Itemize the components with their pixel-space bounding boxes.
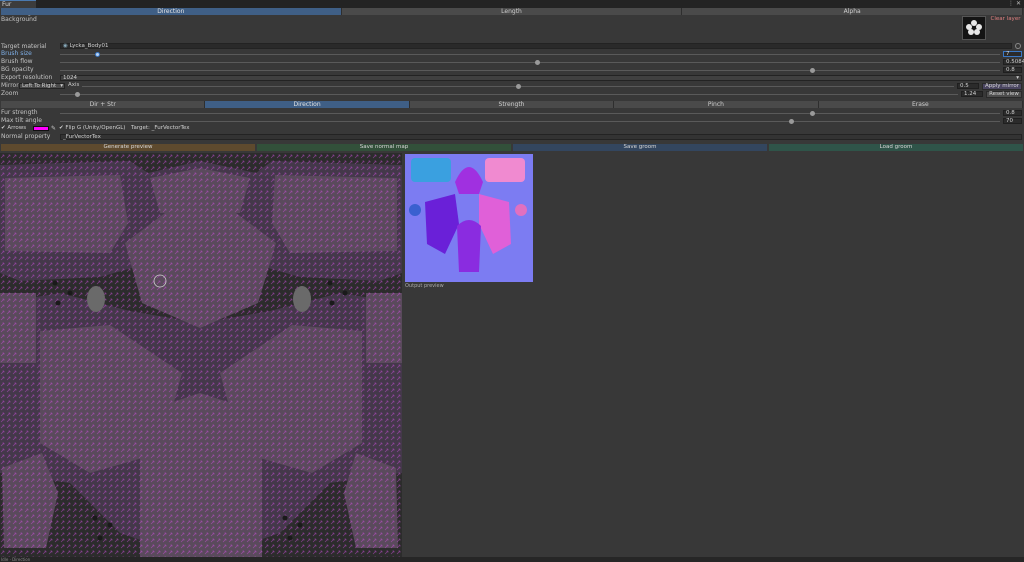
bg-opacity-slider[interactable] [60, 70, 1000, 71]
flip-g-label: Flip G (Unity/OpenGL) [65, 125, 126, 131]
tab-strength[interactable]: Strength [409, 101, 615, 108]
fur-strength-handle[interactable] [809, 111, 815, 116]
save-normal-map-button[interactable]: Save normal map [257, 144, 511, 151]
arrows-label: Arrows [7, 125, 27, 131]
axis-label: Axis [68, 82, 80, 88]
window-tab[interactable]: Fur Grooming [0, 0, 36, 16]
tab-alpha[interactable]: Alpha [682, 8, 1024, 15]
texture-thumbnail-icon[interactable] [962, 16, 986, 40]
fur-strength-input[interactable]: 0.8 [1003, 110, 1022, 116]
output-preview-image [405, 154, 533, 282]
target-material-label: Target material [1, 43, 47, 50]
bg-opacity-label: BG opacity [1, 66, 34, 73]
top-tab-bar: Direction Length Alpha [1, 8, 1024, 15]
mirror-axis-input[interactable]: 0.5 [957, 83, 979, 89]
fur-strength-slider[interactable] [60, 113, 1000, 114]
mirror-axis-handle[interactable] [515, 84, 521, 89]
close-icon[interactable]: ✕ [1016, 0, 1021, 8]
apply-mirror-button[interactable]: Apply mirror [982, 83, 1022, 90]
target-material-field[interactable]: ◉ Lycka_Body01 [60, 43, 1012, 49]
zoom-input[interactable]: 1.24 [961, 91, 983, 97]
export-resolution-value: 1024 [63, 75, 77, 81]
generate-preview-button[interactable]: Generate preview [1, 144, 255, 151]
chevron-down-icon: ▾ [1016, 75, 1019, 81]
load-groom-button[interactable]: Load groom [769, 144, 1023, 151]
bg-opacity-handle[interactable] [809, 68, 815, 73]
mirror-label: Mirror [1, 82, 19, 89]
mirror-mode-value: Left To Right [22, 83, 57, 89]
eyedropper-icon[interactable]: ✎ [51, 125, 56, 132]
checkmark-icon: ✔ [59, 125, 64, 131]
reset-view-button[interactable]: Reset view [986, 91, 1022, 98]
normal-map-preview [405, 154, 533, 282]
normal-property-label: Normal property [1, 133, 51, 140]
flower-icon [966, 20, 982, 35]
zoom-slider[interactable] [60, 94, 958, 95]
flip-g-toggle[interactable]: ✔ Flip G (Unity/OpenGL) [59, 125, 125, 132]
brush-size-handle[interactable] [95, 52, 101, 57]
zoom-handle[interactable] [75, 92, 81, 97]
export-resolution-dropdown[interactable]: 1024 ▾ [60, 75, 1022, 81]
bg-opacity-input[interactable]: 0.8 [1003, 67, 1022, 73]
brush-size-input[interactable]: 7 [1003, 51, 1022, 57]
tab-mode-direction[interactable]: Direction [205, 101, 410, 108]
max-tilt-label: Max tilt angle [1, 117, 42, 124]
brush-size-label: Brush size [1, 50, 32, 57]
background-label: Background [1, 16, 37, 23]
clear-layer-button[interactable]: Clear layer [989, 16, 1022, 23]
mirror-mode-dropdown[interactable]: Left To Right ▾ [19, 83, 65, 89]
max-tilt-input[interactable]: 70 [1003, 118, 1022, 124]
brush-flow-handle[interactable] [535, 60, 541, 65]
max-tilt-handle[interactable] [788, 119, 794, 124]
save-groom-button[interactable]: Save groom [513, 144, 767, 151]
fur-strength-label: Fur strength [1, 109, 38, 116]
target-material-value: Lycka_Body01 [69, 43, 109, 49]
status-bar: Idle · Direction [0, 557, 1024, 562]
action-bar: Generate preview Save normal map Save gr… [1, 144, 1023, 151]
tab-direction[interactable]: Direction [1, 8, 342, 15]
material-icon: ◉ [63, 43, 68, 49]
zoom-label: Zoom [1, 90, 19, 97]
tab-dir-str[interactable]: Dir + Str [1, 101, 206, 108]
brush-mode-tabs: Dir + Str Direction Strength Pinch Erase [1, 101, 1024, 108]
checkmark-icon: ✔ [1, 125, 6, 131]
brush-flow-label: Brush flow [1, 58, 33, 65]
tab-length[interactable]: Length [341, 8, 683, 15]
uv-paint-canvas[interactable] [0, 153, 402, 557]
chevron-down-icon: ▾ [60, 83, 63, 89]
brush-size-slider[interactable] [60, 54, 1000, 55]
object-picker-icon[interactable] [1015, 43, 1021, 49]
arrow-color-swatch[interactable] [33, 126, 49, 131]
window-title-bar [0, 0, 1024, 8]
brush-flow-input[interactable]: 0.5084 [1003, 59, 1024, 65]
brush-flow-slider[interactable] [60, 62, 1000, 63]
export-resolution-label: Export resolution [1, 74, 53, 81]
kebab-menu-icon[interactable]: ⋮ [1008, 0, 1014, 8]
tab-pinch[interactable]: Pinch [614, 101, 819, 108]
max-tilt-slider[interactable] [60, 121, 1000, 122]
normal-property-field[interactable]: _FurVectorTex [60, 134, 1022, 140]
uv-layout [0, 153, 402, 557]
tab-erase[interactable]: Erase [818, 101, 1024, 108]
target-texture-text: Target: _FurVectorTex [131, 125, 190, 131]
output-preview-label: Output preview [405, 283, 444, 289]
arrows-toggle[interactable]: ✔ Arrows [1, 125, 26, 132]
